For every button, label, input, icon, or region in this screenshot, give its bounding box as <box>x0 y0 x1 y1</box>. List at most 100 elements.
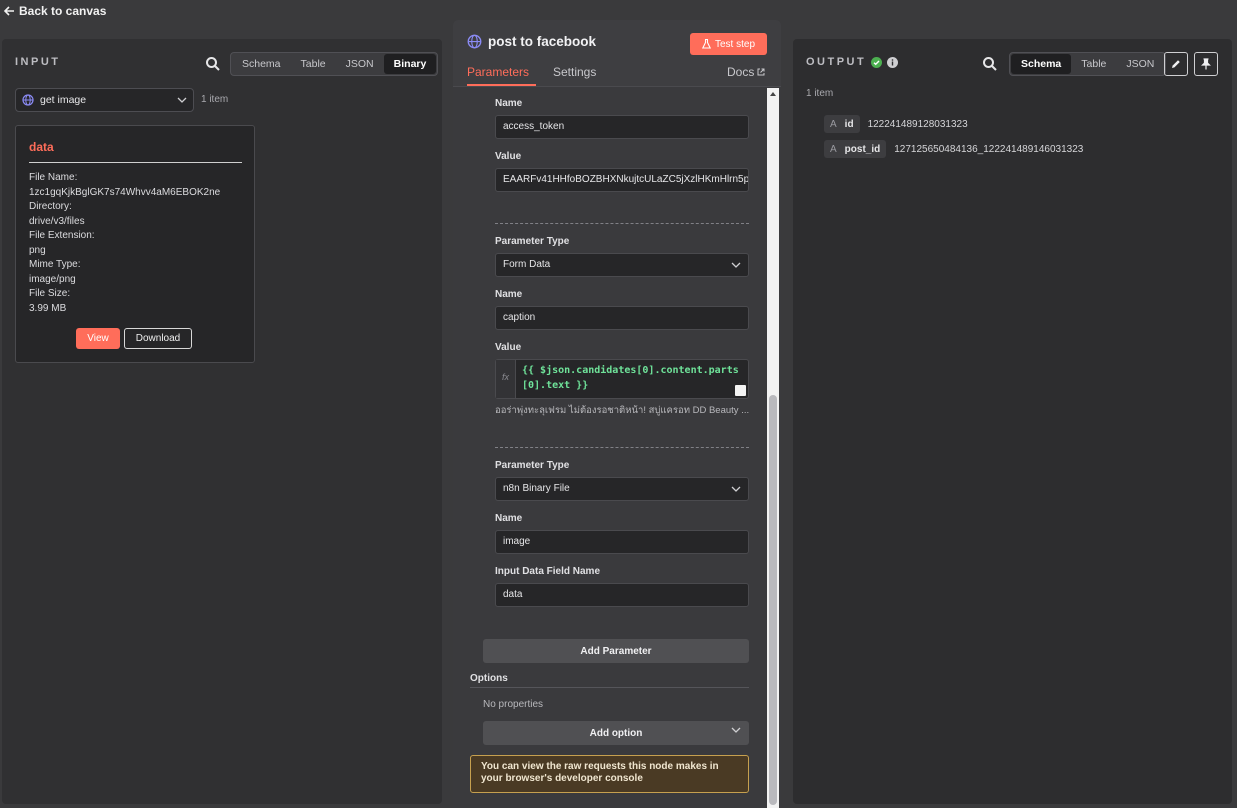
node-settings-panel: post to facebook Test step Parameters Se… <box>453 20 781 808</box>
developer-console-notice: You can view the raw requests this node … <box>470 755 749 793</box>
back-to-canvas-label: Back to canvas <box>19 4 107 18</box>
image-name-input[interactable]: image <box>495 530 749 554</box>
back-to-canvas-link[interactable]: Back to canvas <box>3 4 106 18</box>
input-tab-schema[interactable]: Schema <box>232 54 291 74</box>
edit-output-button[interactable] <box>1164 52 1188 76</box>
scroll-up-arrow-icon[interactable] <box>767 88 779 100</box>
expression-line-1: {{ $json.candidates[0].content.parts <box>522 365 739 376</box>
globe-icon <box>467 34 482 49</box>
mime-type-value: image/png <box>29 273 76 285</box>
parameters-form: Name access_token Value EAARFv41HHfoBOZB… <box>453 88 763 808</box>
file-name-label: File Name: <box>29 172 78 183</box>
chevron-down-icon <box>731 262 741 268</box>
pencil-icon <box>1172 60 1180 68</box>
input-panel: INPUT Schema Table JSON Binary get image… <box>2 39 442 804</box>
output-item-count: 1 item <box>806 88 834 99</box>
parameter-type-select[interactable]: Form Data <box>495 253 749 277</box>
add-option-button[interactable]: Add option <box>483 721 749 745</box>
parameter-type-label: Parameter Type <box>495 236 570 247</box>
name-label: Name <box>495 98 523 109</box>
add-option-label: Add option <box>589 727 643 739</box>
file-size-value: 3.99 MB <box>29 302 67 314</box>
input-item-count: 1 item <box>201 94 229 105</box>
value-label: Value <box>495 151 522 162</box>
access-token-name-input[interactable]: access_token <box>495 115 749 139</box>
input-tab-binary[interactable]: Binary <box>383 54 437 74</box>
output-panel: OUTPUT Schema Table JSON 1 item Aid 1222… <box>793 39 1232 804</box>
input-tab-table[interactable]: Table <box>291 54 336 74</box>
flask-icon <box>701 39 711 49</box>
test-step-label: Test step <box>714 38 756 50</box>
output-view-switcher: Schema Table JSON <box>1009 52 1167 76</box>
pin-output-button[interactable] <box>1194 52 1218 76</box>
schema-key: post_id <box>844 143 881 155</box>
parameter-divider <box>495 223 749 224</box>
access-token-value-input[interactable]: EAARFv41HHfoBOZBHXNkujtcULaZC5jXzlHKmHlr… <box>495 168 749 192</box>
string-type-icon: A <box>830 118 837 130</box>
options-divider <box>470 687 749 688</box>
add-parameter-button[interactable]: Add Parameter <box>483 639 749 663</box>
no-properties-text: No properties <box>483 699 544 710</box>
docs-link[interactable]: Docs <box>727 65 765 79</box>
caption-expression-editor[interactable]: fx {{ $json.candidates[0].content.parts … <box>495 359 749 399</box>
input-tab-json[interactable]: JSON <box>336 54 384 74</box>
globe-icon <box>22 94 34 106</box>
input-node-select-value: get image <box>40 94 87 106</box>
schema-key-pill: Aid <box>824 115 860 133</box>
tab-settings[interactable]: Settings <box>553 65 596 79</box>
output-tab-table[interactable]: Table <box>1071 54 1116 74</box>
output-title-text: OUTPUT <box>806 56 867 68</box>
chevron-down-icon <box>731 727 741 733</box>
options-label: Options <box>470 673 508 684</box>
directory-value: drive/v3/files <box>29 215 85 227</box>
scrollbar-thumb[interactable] <box>769 395 777 805</box>
expression-result-preview: ออร่าพุ่งทะลุเฟรม ไม่ต้องรอชาติหน้า! สบู… <box>495 405 749 416</box>
input-data-field-name-label: Input Data Field Name <box>495 566 601 577</box>
file-extension-label: File Extension: <box>29 230 95 241</box>
directory-label: Directory: <box>29 201 72 212</box>
view-button[interactable]: View <box>76 328 120 349</box>
parameter-type-label: Parameter Type <box>495 460 570 471</box>
name-label: Name <box>495 289 523 300</box>
success-check-icon <box>871 56 883 68</box>
input-data-field-name-input[interactable]: data <box>495 583 749 607</box>
parameter-type-value: n8n Binary File <box>503 483 570 494</box>
mime-type-label: Mime Type: <box>29 259 81 270</box>
pin-icon <box>1201 58 1211 70</box>
parameter-type-value: Form Data <box>503 259 551 270</box>
tab-parameters[interactable]: Parameters <box>467 65 529 79</box>
external-link-icon <box>757 68 765 76</box>
test-step-button[interactable]: Test step <box>690 33 767 55</box>
download-button[interactable]: Download <box>124 328 192 349</box>
search-icon[interactable] <box>982 56 998 72</box>
input-view-switcher: Schema Table JSON Binary <box>230 52 439 76</box>
docs-label: Docs <box>727 65 755 79</box>
binary-card-divider <box>29 162 242 163</box>
binary-card-title: data <box>29 140 54 154</box>
schema-value: 127125650484136_122241489146031323 <box>894 143 1084 155</box>
binary-card-metadata: File Name: 1zc1gqKjkBglGK7s74Whvv4aM6EBO… <box>29 171 220 316</box>
info-icon[interactable] <box>887 56 899 68</box>
node-panel-header: post to facebook Test step Parameters Se… <box>453 20 781 87</box>
search-icon[interactable] <box>205 56 221 72</box>
expand-editor-icon[interactable] <box>735 385 746 396</box>
output-tab-schema[interactable]: Schema <box>1011 54 1072 74</box>
input-node-select[interactable]: get image <box>15 88 194 112</box>
schema-key: id <box>844 118 854 130</box>
fx-icon: fx <box>496 360 516 398</box>
value-label: Value <box>495 342 522 353</box>
parameter-divider <box>495 447 749 448</box>
binary-data-card: data File Name: 1zc1gqKjkBglGK7s74Whvv4a… <box>15 125 255 363</box>
expression-line-2: [0].text }} <box>522 380 589 391</box>
chevron-down-icon <box>731 486 741 492</box>
parameter-type-select[interactable]: n8n Binary File <box>495 477 749 501</box>
arrow-left-icon <box>3 6 14 16</box>
caption-name-input[interactable]: caption <box>495 306 749 330</box>
schema-key-pill: Apost_id <box>824 140 887 158</box>
input-panel-title: INPUT <box>15 56 61 68</box>
file-extension-value: png <box>29 244 46 256</box>
file-name-value: 1zc1gqKjkBglGK7s74Whvv4aM6EBOK2ne <box>29 186 221 198</box>
schema-row: Aid 122241489128031323 <box>824 115 968 133</box>
output-tab-json[interactable]: JSON <box>1116 54 1164 74</box>
node-title-text: post to facebook <box>488 34 597 49</box>
